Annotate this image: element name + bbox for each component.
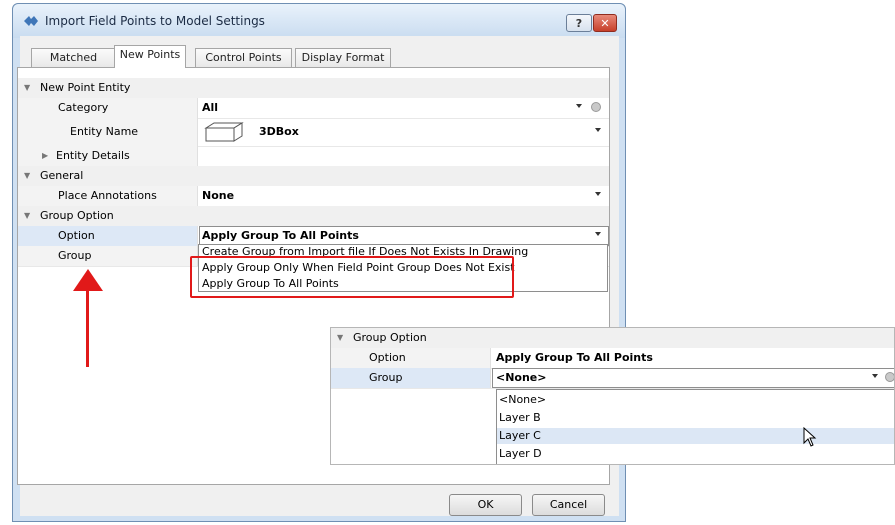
dropdown-arrow-icon[interactable]	[872, 374, 878, 378]
property-label: Place Annotations	[58, 189, 157, 202]
property-label: Option	[58, 229, 95, 242]
dropdown-arrow-icon[interactable]	[595, 128, 601, 132]
mouse-cursor-icon	[803, 426, 819, 449]
property-label: Category	[58, 101, 109, 114]
settings-gear-icon[interactable]	[591, 102, 601, 112]
expand-caret-icon[interactable]: ▶	[42, 146, 48, 165]
place-annotations-value[interactable]: None	[202, 186, 234, 205]
group-dropdown-list: <None> Layer B Layer C Layer D	[496, 389, 894, 464]
highlight-box	[190, 256, 514, 298]
red-arrow-shaft	[86, 285, 89, 367]
property-category[interactable]: Category All	[18, 98, 609, 119]
option-value[interactable]: Apply Group To All Points	[202, 226, 359, 245]
property-entity-name[interactable]: Entity Name 3DBox	[18, 118, 609, 147]
collapse-caret-icon[interactable]: ▼	[24, 78, 30, 97]
section-general[interactable]: ▼ General	[18, 166, 609, 186]
tab-matched-points[interactable]: Matched Points	[31, 48, 116, 82]
property-option[interactable]: Option Apply Group To All Points	[331, 348, 894, 369]
title-bar[interactable]: Import Field Points to Model Settings ? …	[13, 4, 625, 38]
dropdown-arrow-icon[interactable]	[576, 104, 582, 108]
property-label: Group	[58, 249, 92, 262]
category-value[interactable]: All	[202, 98, 218, 117]
section-group-option[interactable]: ▼ Group Option	[331, 328, 894, 348]
option-value[interactable]: Apply Group To All Points	[496, 348, 653, 367]
cancel-button[interactable]: Cancel	[532, 494, 605, 516]
property-entity-details[interactable]: ▶ Entity Details	[18, 146, 609, 167]
dropdown-item[interactable]: <None>	[499, 392, 546, 408]
entity-name-value[interactable]: 3DBox	[259, 122, 299, 141]
dropdown-arrow-icon[interactable]	[595, 192, 601, 196]
tab-display-format[interactable]: Display Format	[295, 48, 391, 67]
section-new-point-entity[interactable]: ▼ New Point Entity	[18, 78, 609, 98]
group-value[interactable]: <None>	[496, 368, 547, 387]
property-label: Option	[369, 351, 406, 364]
section-header: General	[40, 169, 84, 182]
close-button[interactable]: ✕	[593, 14, 617, 32]
section-header: Group Option	[40, 209, 114, 222]
property-label: Entity Details	[56, 149, 130, 162]
collapse-caret-icon[interactable]: ▼	[337, 328, 343, 347]
property-label: Entity Name	[70, 125, 139, 138]
dropdown-arrow-icon[interactable]	[595, 232, 601, 236]
settings-gear-icon[interactable]	[885, 372, 894, 382]
tab-new-points[interactable]: New Points	[114, 45, 186, 68]
help-button[interactable]: ?	[566, 14, 592, 32]
dropdown-item[interactable]: Layer B	[499, 410, 541, 426]
ok-button[interactable]: OK	[449, 494, 522, 516]
window-title: Import Field Points to Model Settings	[45, 14, 265, 28]
box-entity-icon	[204, 121, 244, 149]
tab-control-points[interactable]: Control Points	[195, 48, 292, 67]
dropdown-item[interactable]: Layer D	[499, 446, 542, 462]
property-place-annotations[interactable]: Place Annotations None	[18, 186, 609, 207]
section-header: Group Option	[353, 331, 427, 344]
app-icon	[23, 15, 39, 27]
dropdown-item-hovered[interactable]: Layer C	[497, 428, 894, 444]
section-group-option[interactable]: ▼ Group Option	[18, 206, 609, 226]
section-header: New Point Entity	[40, 81, 131, 94]
collapse-caret-icon[interactable]: ▼	[24, 206, 30, 225]
collapse-caret-icon[interactable]: ▼	[24, 166, 30, 185]
property-group[interactable]: Group <None>	[331, 368, 894, 389]
property-label: Group	[369, 371, 403, 384]
